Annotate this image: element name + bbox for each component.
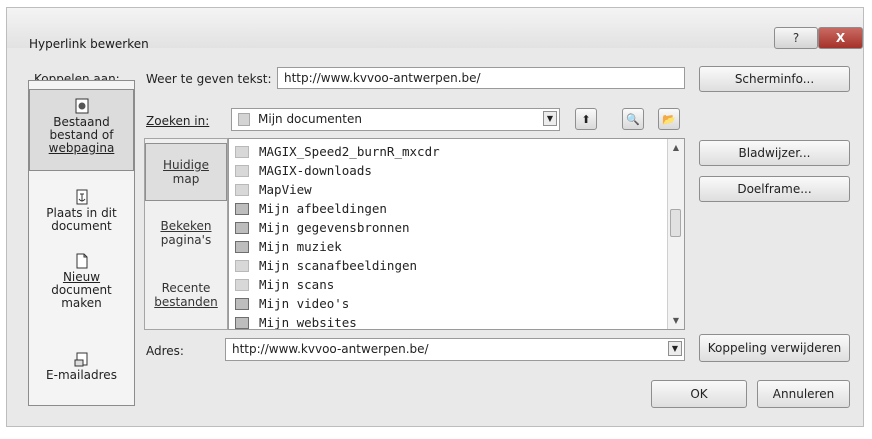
address-chevron-down-icon[interactable]: ▼: [668, 341, 682, 356]
link-to-new-line3: maken: [61, 296, 102, 310]
link-to-email[interactable]: E-mailadres: [29, 351, 134, 382]
tab-browsed-pages-line2: pagina's: [160, 233, 212, 247]
tab-recent-files-line2: bestanden: [154, 295, 218, 309]
address-value: http://www.kvvoo-antwerpen.be/: [232, 342, 429, 356]
file-name: Mijn video's: [259, 296, 350, 311]
list-item[interactable]: MAGIX_Speed2_burnR_mxcdr: [229, 142, 440, 161]
list-item[interactable]: MapView: [229, 180, 312, 199]
file-name: MAGIX-downloads: [259, 163, 372, 178]
scroll-down-icon[interactable]: ▼: [668, 316, 684, 325]
look-in-value: Mijn documenten: [258, 112, 362, 126]
list-item[interactable]: Mijn afbeeldingen: [229, 199, 387, 218]
tab-current-folder[interactable]: Huidige map: [145, 143, 227, 201]
folder-icon: [235, 183, 249, 196]
help-button[interactable]: ?: [774, 27, 818, 49]
link-to-new-document[interactable]: Nieuw document maken: [29, 253, 134, 310]
title-bar[interactable]: Hyperlink bewerken ? X: [7, 8, 863, 51]
special-folder-icon: [235, 202, 249, 215]
link-to-place-in-document[interactable]: Plaats in dit document: [29, 189, 134, 233]
scroll-up-icon[interactable]: ▲: [668, 143, 684, 152]
list-item[interactable]: Mijn scans: [229, 275, 334, 294]
link-to-email-label: E-mailadres: [46, 368, 117, 382]
link-to-panel: Bestaand bestand of webpagina Plaats in …: [28, 80, 135, 406]
address-label: Adres:: [146, 344, 184, 358]
target-frame-button[interactable]: Doelframe...: [699, 176, 850, 202]
bookmark-button[interactable]: Bladwijzer...: [699, 140, 850, 166]
browse-web-icon: 🔍: [626, 112, 640, 126]
browse-file-icon: 📂: [662, 112, 676, 126]
file-name: Mijn gegevensbronnen: [259, 220, 410, 235]
file-name: Mijn scanafbeeldingen: [259, 258, 418, 273]
sub-nav-panel: Huidige map Bekeken pagina's Recente bes…: [144, 138, 228, 330]
tab-browsed-pages-line1: Bekeken: [160, 219, 212, 233]
ok-button[interactable]: OK: [651, 380, 747, 408]
scrollbar-thumb[interactable]: [670, 209, 681, 237]
display-text-input[interactable]: http://www.kvvoo-antwerpen.be/: [277, 67, 685, 89]
list-item[interactable]: Mijn websites: [229, 313, 357, 330]
folder-icon: [235, 278, 249, 291]
list-item[interactable]: MAGIX-downloads: [229, 161, 372, 180]
folder-icon: [235, 164, 249, 177]
special-folder-icon: [235, 316, 249, 329]
up-folder-button[interactable]: ⬆: [575, 108, 597, 130]
up-folder-icon: ⬆: [581, 112, 591, 126]
list-item[interactable]: Mijn muziek: [229, 237, 342, 256]
document-anchor-icon: [76, 189, 87, 205]
folder-icon: [235, 145, 249, 158]
tab-recent-files[interactable]: Recente bestanden: [145, 281, 227, 309]
file-name: Mijn afbeeldingen: [259, 201, 387, 216]
tab-current-folder-line2: map: [172, 172, 200, 186]
chevron-down-icon[interactable]: ▼: [543, 111, 557, 126]
file-name: MAGIX_Speed2_burnR_mxcdr: [259, 144, 440, 159]
globe-document-icon: [75, 98, 88, 114]
browse-web-button[interactable]: 🔍: [622, 108, 644, 130]
list-item[interactable]: Mijn scanafbeeldingen: [229, 256, 417, 275]
tab-browsed-pages[interactable]: Bekeken pagina's: [145, 219, 227, 247]
file-name: Mijn scans: [259, 277, 335, 292]
special-folder-icon: [235, 240, 249, 253]
cancel-button[interactable]: Annuleren: [757, 380, 850, 408]
file-list-scrollbar[interactable]: ▲ ▼: [667, 139, 684, 329]
tab-recent-files-line1: Recente: [161, 281, 211, 295]
dialog-title: Hyperlink bewerken: [29, 37, 149, 51]
look-in-combobox[interactable]: Mijn documenten ▼: [231, 108, 560, 131]
file-name: MapView: [259, 182, 312, 197]
special-folder-icon: [235, 297, 249, 310]
address-combobox[interactable]: http://www.kvvoo-antwerpen.be/ ▼: [225, 338, 685, 361]
look-in-label: Zoeken in:: [146, 114, 210, 128]
link-to-existing-file[interactable]: Bestaand bestand of webpagina: [29, 89, 134, 171]
close-button[interactable]: X: [818, 27, 863, 49]
tab-current-folder-line1: Huidige: [163, 158, 209, 172]
list-item[interactable]: Mijn gegevensbronnen: [229, 218, 410, 237]
link-to-place-line2: document: [51, 219, 112, 233]
browse-file-button[interactable]: 📂: [658, 108, 680, 130]
new-document-icon: [76, 253, 87, 269]
special-folder-icon: [235, 221, 249, 234]
display-text-label: Weer te geven tekst:: [146, 72, 272, 86]
remove-link-button[interactable]: Koppeling verwijderen: [699, 334, 850, 362]
file-list[interactable]: MAGIX_Speed2_burnR_mxcdr MAGIX-downloads M…: [228, 138, 685, 330]
list-item[interactable]: Mijn video's: [229, 294, 349, 313]
file-name: Mijn muziek: [259, 239, 342, 254]
link-to-existing-line3: webpagina: [48, 141, 115, 155]
folder-icon: [235, 259, 249, 272]
file-name: Mijn websites: [259, 315, 357, 330]
email-icon: [74, 352, 87, 367]
screentip-button[interactable]: Scherminfo...: [699, 66, 850, 92]
folder-icon: [238, 113, 250, 126]
